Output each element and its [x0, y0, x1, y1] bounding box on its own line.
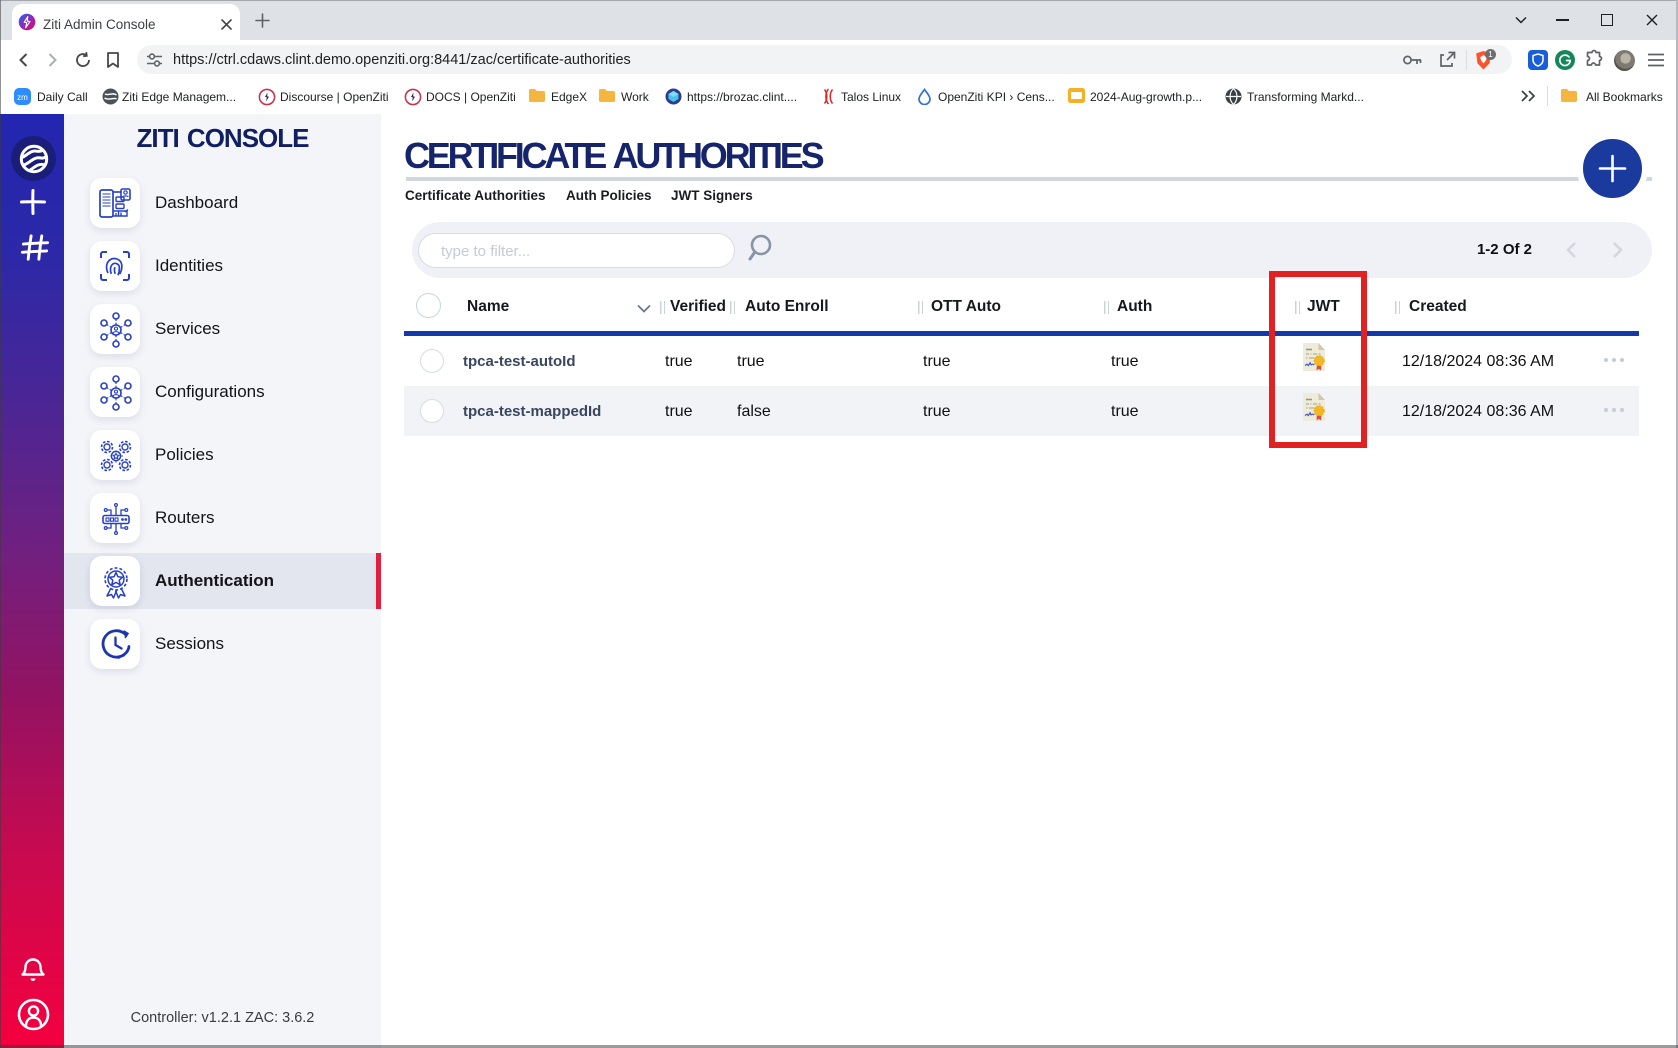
svg-text:zm: zm	[17, 93, 28, 102]
